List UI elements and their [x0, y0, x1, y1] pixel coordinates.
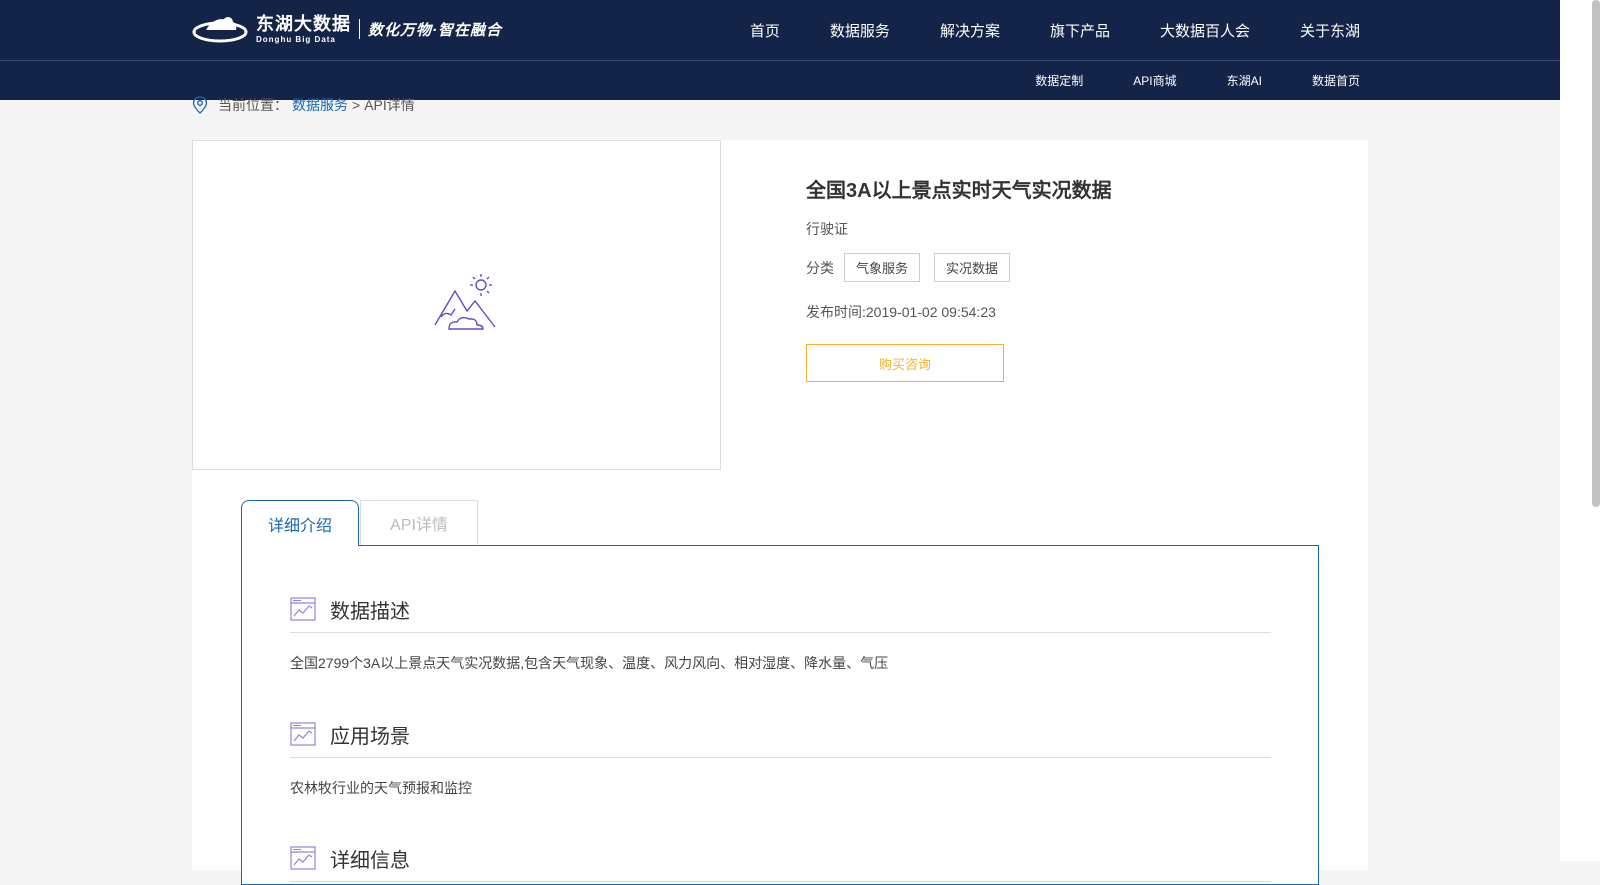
nav-bigdata-club[interactable]: 大数据百人会: [1160, 20, 1250, 41]
nav-products[interactable]: 旗下产品: [1050, 20, 1110, 41]
category-tag-weather[interactable]: 气象服务: [844, 253, 921, 282]
category-tag-realtime[interactable]: 实况数据: [934, 253, 1011, 282]
section-title: 应用场景: [330, 725, 410, 748]
tab-panel: 数据描述 全国2799个3A以上景点天气实况数据,包含天气现象、温度、风力风向、…: [241, 545, 1319, 885]
product-info: 全国3A以上景点实时天气实况数据 行驶证 分类 气象服务 实况数据 发布时间:2…: [806, 174, 1112, 382]
detail-tabs: 详细介绍 API详情: [241, 500, 478, 546]
top-navbar: 东湖大数据 Donghu Big Data 数化万物·智在融合 首页 数据服务 …: [0, 0, 1560, 61]
location-pin-icon: [192, 96, 208, 114]
product-title: 全国3A以上景点实时天气实况数据: [806, 180, 1112, 202]
breadcrumb-prefix: 当前位置：: [218, 97, 288, 113]
product-image-box: [192, 140, 721, 470]
subnav-api-mall[interactable]: API商城: [1133, 72, 1176, 89]
nav-home[interactable]: 首页: [750, 20, 780, 41]
section-title: 详细信息: [330, 849, 410, 872]
logo-english-name: Donghu Big Data: [256, 34, 336, 44]
weather-mountain-icon: [434, 274, 496, 330]
logo-chinese-name: 东湖大数据: [256, 13, 351, 34]
section-body: 农林牧行业的天气预报和监控: [290, 780, 472, 796]
product-card: 全国3A以上景点实时天气实况数据 行驶证 分类 气象服务 实况数据 发布时间:2…: [192, 140, 1368, 470]
section-use-cases: 应用场景 农林牧行业的天气预报和监控: [290, 719, 1271, 798]
subnav-data-home[interactable]: 数据首页: [1312, 72, 1360, 89]
scrollbar-thumb[interactable]: [1592, 0, 1600, 507]
category-row: 分类 气象服务 实况数据: [806, 253, 1112, 282]
tab-api-details[interactable]: API详情: [360, 500, 478, 545]
subnav-donghu-ai[interactable]: 东湖AI: [1227, 72, 1262, 89]
category-label: 分类: [806, 259, 834, 276]
buy-consult-button[interactable]: 购买咨询: [806, 344, 1004, 382]
logo-slogan: 数化万物·智在融合: [368, 21, 502, 39]
nav-solutions[interactable]: 解决方案: [940, 20, 1000, 41]
section-body: 全国2799个3A以上景点天气实况数据,包含天气现象、温度、风力风向、相对湿度、…: [290, 655, 889, 671]
details-section: 详细介绍 API详情 数据描述 全国2799个3A以上景点天气实况数据,包含天气…: [192, 470, 1368, 885]
nav-data-services[interactable]: 数据服务: [830, 20, 890, 41]
chart-window-icon: [290, 722, 316, 746]
breadcrumb-separator: >: [352, 97, 361, 113]
site-logo[interactable]: 东湖大数据 Donghu Big Data 数化万物·智在融合: [192, 11, 502, 47]
logo-icon: [192, 17, 248, 43]
page-scrollbar[interactable]: [1560, 0, 1600, 861]
section-data-description: 数据描述 全国2799个3A以上景点天气实况数据,包含天气现象、温度、风力风向、…: [290, 594, 1271, 673]
logo-divider: [359, 19, 360, 39]
publish-time: 发布时间:2019-01-02 09:54:23: [806, 304, 996, 320]
main-nav: 首页 数据服务 解决方案 旗下产品 大数据百人会 关于东湖: [700, 0, 1360, 60]
product-subtitle: 行驶证: [806, 221, 848, 237]
chart-window-icon: [290, 846, 316, 870]
sub-nav: 数据定制 API商城 东湖AI 数据首页: [985, 61, 1360, 100]
breadcrumb-link-data-services[interactable]: 数据服务: [292, 95, 348, 115]
breadcrumb-current: API详情: [364, 97, 415, 113]
subnav-data-custom[interactable]: 数据定制: [1035, 72, 1083, 89]
nav-about[interactable]: 关于东湖: [1300, 20, 1360, 41]
section-details: 详细信息: [290, 843, 1271, 882]
breadcrumb: 当前位置： 数据服务 > API详情: [192, 95, 415, 115]
section-title: 数据描述: [330, 600, 410, 623]
chart-window-icon: [290, 597, 316, 621]
tab-intro[interactable]: 详细介绍: [241, 500, 359, 546]
